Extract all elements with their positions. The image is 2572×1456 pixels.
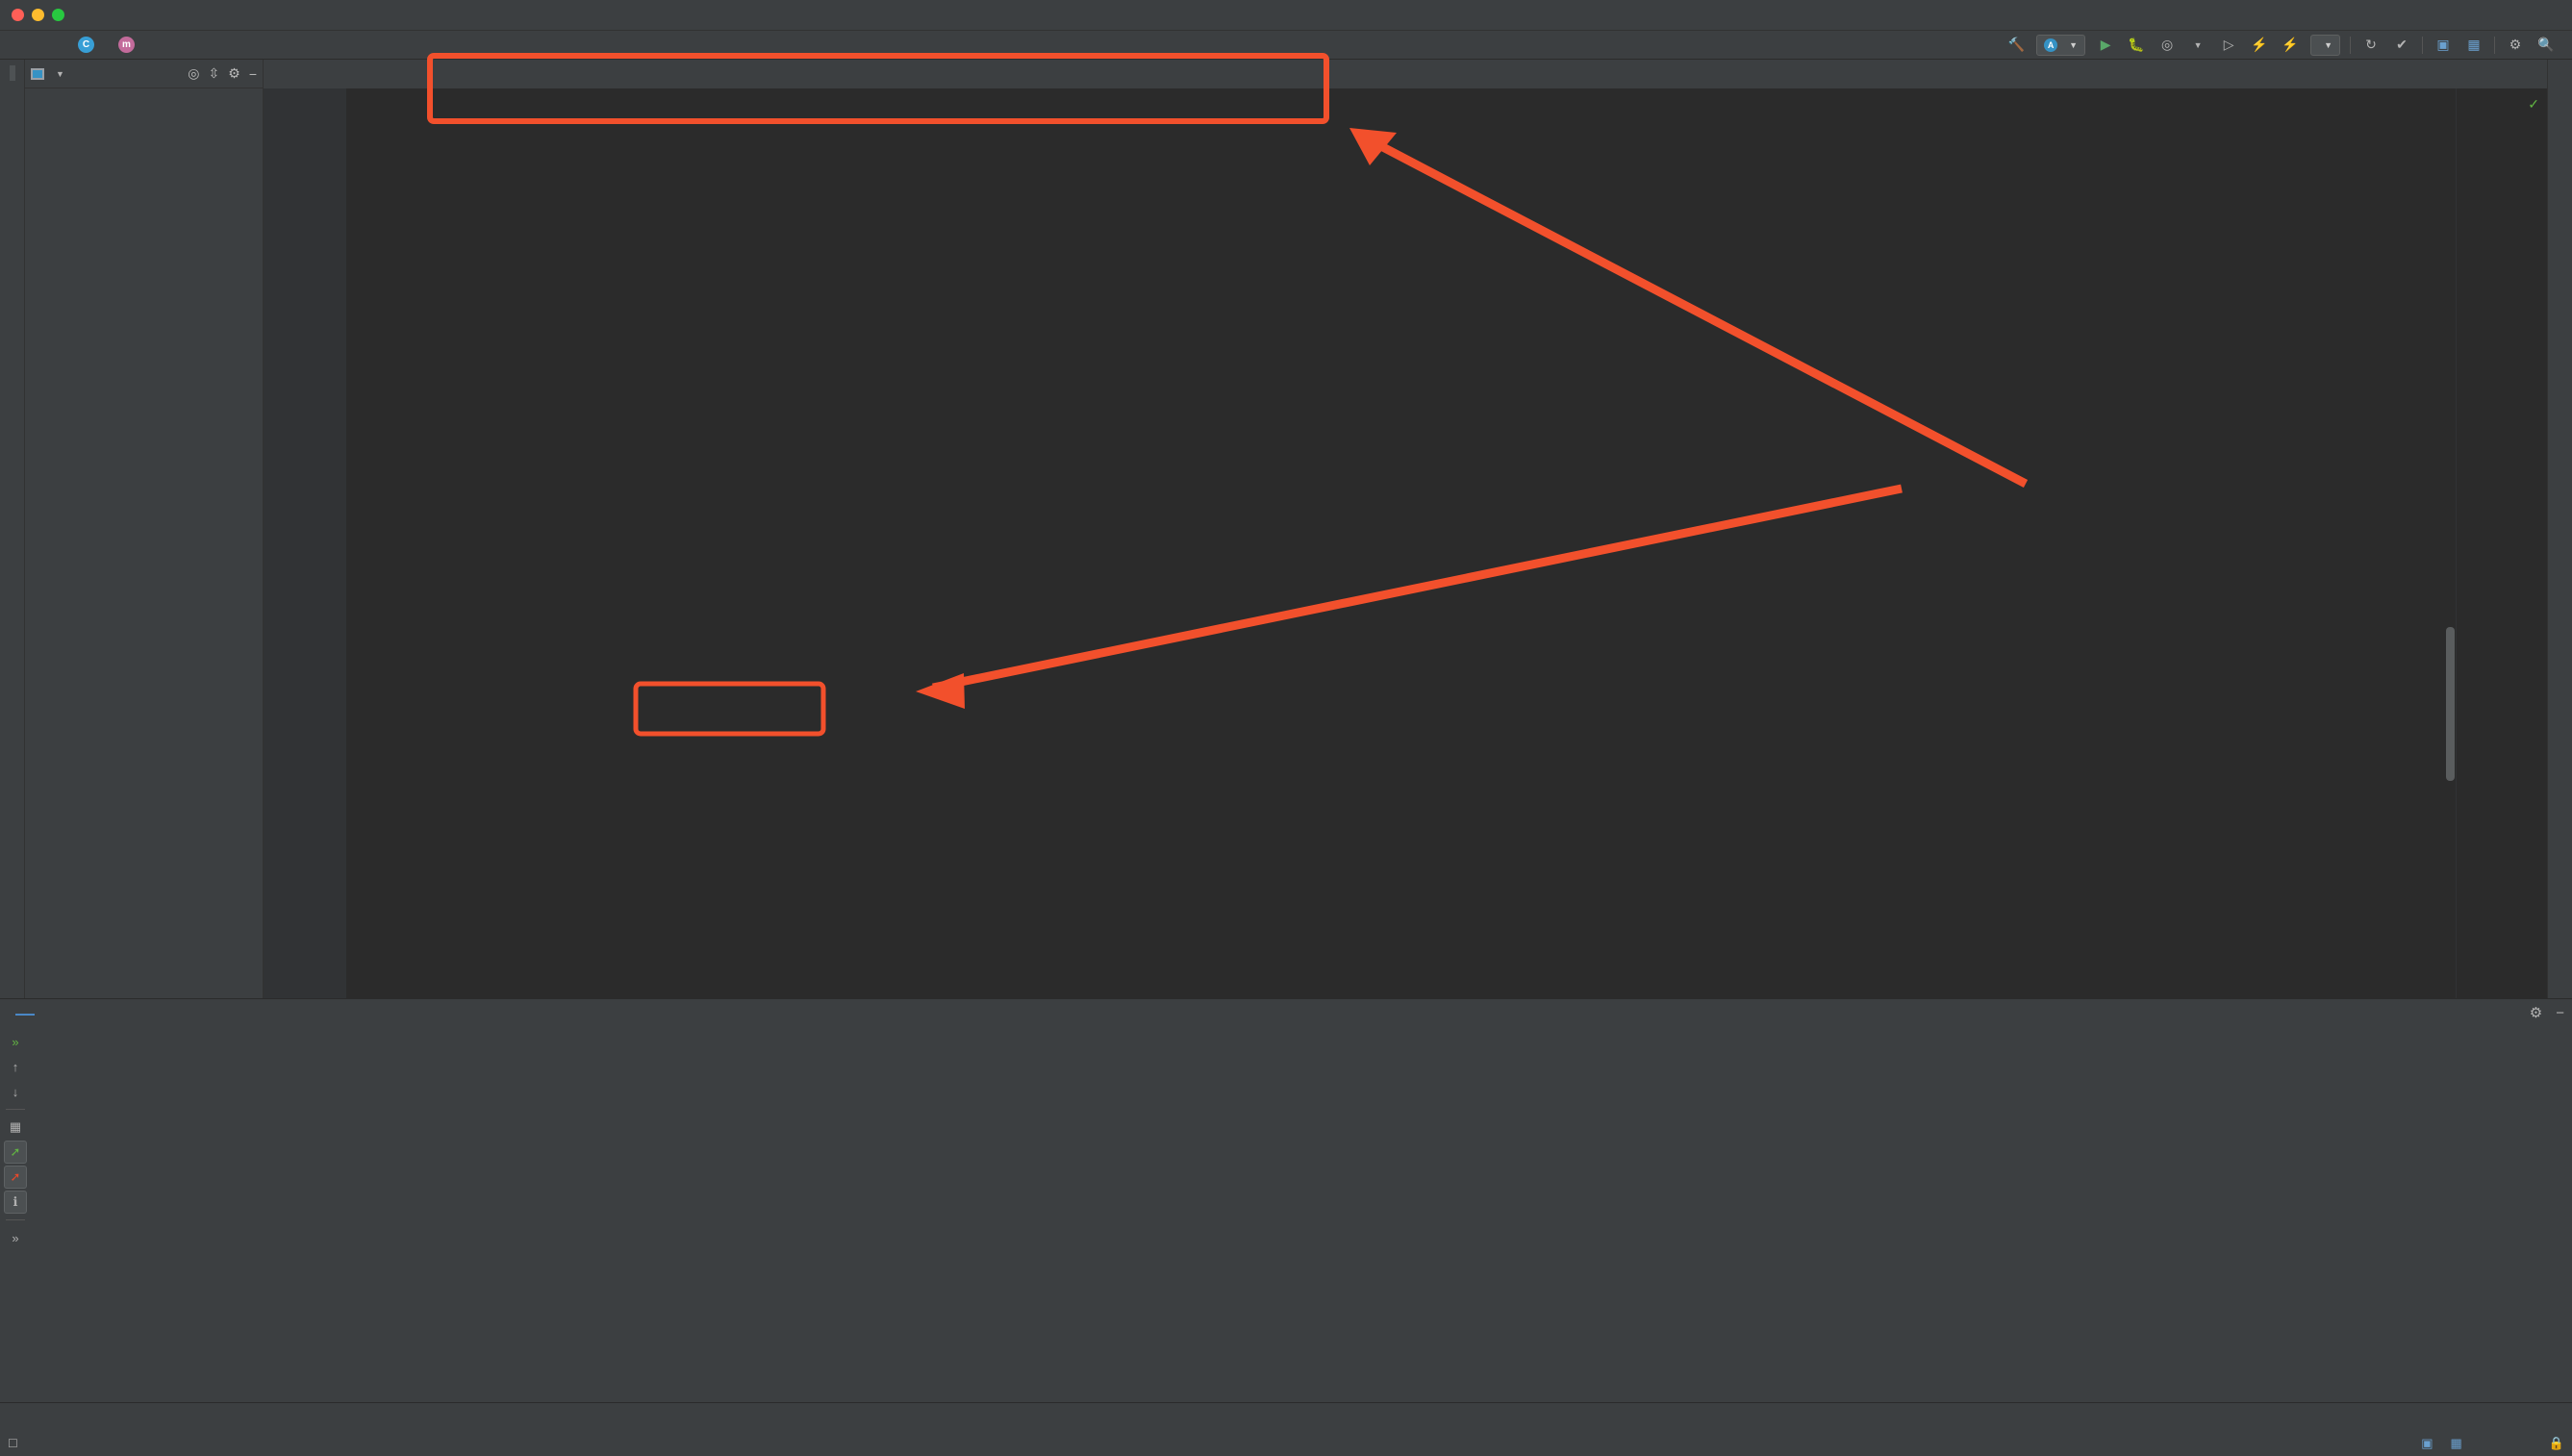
chevron-down-icon[interactable]: ▼ bbox=[2187, 35, 2208, 56]
jrebel-debug-icon[interactable]: ⚡ bbox=[2280, 35, 2301, 56]
chevron-down-icon[interactable]: ▼ bbox=[56, 69, 64, 79]
fold-gutter[interactable] bbox=[323, 88, 346, 998]
divider bbox=[6, 1219, 25, 1220]
locate-icon[interactable]: ◎ bbox=[188, 65, 199, 82]
bottom-tool-window-bar bbox=[0, 1402, 2572, 1431]
info-icon[interactable]: ℹ bbox=[4, 1191, 27, 1214]
project-icon bbox=[31, 67, 44, 80]
chevron-down-icon: ▼ bbox=[2324, 39, 2332, 50]
breadcrumb-item-text[interactable] bbox=[56, 44, 62, 46]
ide-window: C m 🔨 A ▼ ▶ 🐛 ◎ ▼ ▷ ⚡ ⚡ ▼ ↻ ✔ ▣ ▦ ⚙ 🔍 ▼ … bbox=[0, 0, 2572, 1456]
breadcrumb-item-java[interactable] bbox=[37, 44, 42, 46]
expand-icon[interactable]: » bbox=[4, 1226, 27, 1249]
find-action-rail: » ↑ ↓ ▦ ➚ ➚ ℹ » bbox=[0, 1026, 31, 1402]
search-icon[interactable]: 🔍 bbox=[2535, 35, 2557, 56]
jrebel-selector[interactable]: ▼ bbox=[2310, 34, 2340, 56]
profile-icon[interactable]: ▷ bbox=[2218, 35, 2239, 56]
notification-icon[interactable]: ▣ bbox=[2421, 1436, 2433, 1451]
toolbar-actions: 🔨 A ▼ ▶ 🐛 ◎ ▼ ▷ ⚡ ⚡ ▼ ↻ ✔ ▣ ▦ ⚙ 🔍 bbox=[2005, 34, 2562, 56]
sidebar-item-structure[interactable] bbox=[10, 81, 15, 96]
class-icon: C bbox=[78, 37, 94, 53]
code-content[interactable] bbox=[346, 88, 2456, 998]
close-window-button[interactable] bbox=[12, 9, 24, 21]
next-occurrence-icon[interactable]: ↓ bbox=[4, 1080, 27, 1103]
find-panel-header: ⚙ − bbox=[0, 999, 2572, 1026]
editor-area: ✓ bbox=[264, 60, 2547, 998]
debug-icon[interactable]: 🐛 bbox=[2126, 35, 2147, 56]
coverage-icon[interactable]: ◎ bbox=[2156, 35, 2178, 56]
breadcrumb-item-rtjar[interactable] bbox=[17, 44, 23, 46]
group-by-icon[interactable]: ▦ bbox=[4, 1116, 27, 1139]
collapse-all-icon[interactable]: ⇳ bbox=[209, 65, 220, 82]
maximize-window-button[interactable] bbox=[52, 9, 64, 21]
separator bbox=[2422, 36, 2423, 54]
vcs-status-icon: ☐ bbox=[8, 1437, 18, 1450]
find-panel-body: » ↑ ↓ ▦ ➚ ➚ ℹ » bbox=[0, 1026, 2572, 1402]
updates-icon[interactable]: ▣ bbox=[2433, 35, 2454, 56]
project-tree[interactable] bbox=[25, 88, 263, 998]
prev-occurrence-icon[interactable]: ↑ bbox=[4, 1055, 27, 1078]
editor-tab-strip[interactable] bbox=[264, 60, 2547, 88]
sidebar-item-project[interactable] bbox=[9, 65, 15, 81]
lock-icon[interactable]: 🔒 bbox=[2549, 1436, 2564, 1451]
status-bar: ☐ ▣ ▦ 🔒 bbox=[0, 1431, 2572, 1456]
find-tool-window: ⚙ − » ↑ ↓ ▦ ➚ ➚ ℹ » bbox=[0, 998, 2572, 1402]
scrollbar-thumb[interactable] bbox=[2446, 627, 2455, 781]
left-tool-rail bbox=[0, 60, 25, 998]
breadcrumb-item-establish[interactable]: m bbox=[115, 36, 142, 54]
inspection-ok-icon: ✓ bbox=[2528, 96, 2539, 112]
separator bbox=[2494, 36, 2495, 54]
run-configuration-selector[interactable]: A ▼ bbox=[2036, 34, 2086, 56]
window-controls[interactable] bbox=[12, 9, 64, 21]
rerun-icon[interactable]: » bbox=[4, 1030, 27, 1053]
plugins-icon[interactable]: ▦ bbox=[2463, 35, 2484, 56]
minimize-icon[interactable]: − bbox=[2556, 1005, 2564, 1021]
line-number-gutter bbox=[264, 88, 323, 998]
gear-icon[interactable]: ⚙ bbox=[228, 65, 240, 82]
main-area: ▼ ◎ ⇳ ⚙ − ✓ bbox=[0, 60, 2572, 998]
breadcrumb-item-calendarbuilder[interactable]: C bbox=[75, 36, 102, 54]
open-in-icon[interactable]: ➚ bbox=[4, 1166, 27, 1189]
project-panel-tools: ◎ ⇳ ⚙ − bbox=[188, 65, 257, 82]
gear-icon[interactable]: ⚙ bbox=[2505, 35, 2526, 56]
code-minimap[interactable]: ✓ bbox=[2456, 88, 2547, 998]
title-bar bbox=[0, 0, 2572, 31]
method-icon: m bbox=[118, 37, 135, 53]
vcs-commit-icon[interactable]: ✔ bbox=[2391, 35, 2412, 56]
find-results-tab[interactable] bbox=[15, 1010, 35, 1016]
minimize-window-button[interactable] bbox=[32, 9, 44, 21]
export-icon[interactable]: ➚ bbox=[4, 1141, 27, 1164]
hide-icon[interactable]: − bbox=[249, 66, 257, 82]
navigation-bar: C m 🔨 A ▼ ▶ 🐛 ◎ ▼ ▷ ⚡ ⚡ ▼ ↻ ✔ ▣ ▦ ⚙ 🔍 bbox=[0, 31, 2572, 60]
editor-scrollbar[interactable] bbox=[2446, 88, 2455, 998]
divider bbox=[6, 1109, 25, 1110]
hammer-icon[interactable]: 🔨 bbox=[2005, 35, 2027, 56]
find-panel-actions: ⚙ − bbox=[2530, 1004, 2564, 1022]
chevron-down-icon: ▼ bbox=[2069, 39, 2079, 50]
sidebar-item-alibaba-cloud-explorer[interactable] bbox=[10, 96, 15, 112]
memory-indicator[interactable]: ▦ bbox=[2451, 1436, 2462, 1451]
sidebar-item-favorites[interactable] bbox=[10, 952, 15, 967]
code-editor[interactable]: ✓ bbox=[264, 88, 2547, 998]
vcs-update-icon[interactable]: ↻ bbox=[2360, 35, 2382, 56]
find-results-tree[interactable] bbox=[31, 1026, 2572, 1402]
sidebar-item-jrebel[interactable] bbox=[10, 967, 15, 983]
sidebar-item-web[interactable] bbox=[10, 983, 15, 998]
status-bar-right: ▣ ▦ 🔒 bbox=[2421, 1436, 2564, 1451]
project-panel-header: ▼ ◎ ⇳ ⚙ − bbox=[25, 60, 263, 88]
app-icon: A bbox=[2044, 38, 2058, 52]
jrebel-run-icon[interactable]: ⚡ bbox=[2249, 35, 2270, 56]
breadcrumb[interactable]: C m bbox=[10, 36, 142, 54]
right-tool-rail bbox=[2547, 60, 2572, 998]
run-icon[interactable]: ▶ bbox=[2095, 35, 2116, 56]
project-tool-window: ▼ ◎ ⇳ ⚙ − bbox=[25, 60, 264, 998]
separator bbox=[2350, 36, 2351, 54]
gear-icon[interactable]: ⚙ bbox=[2530, 1004, 2542, 1021]
